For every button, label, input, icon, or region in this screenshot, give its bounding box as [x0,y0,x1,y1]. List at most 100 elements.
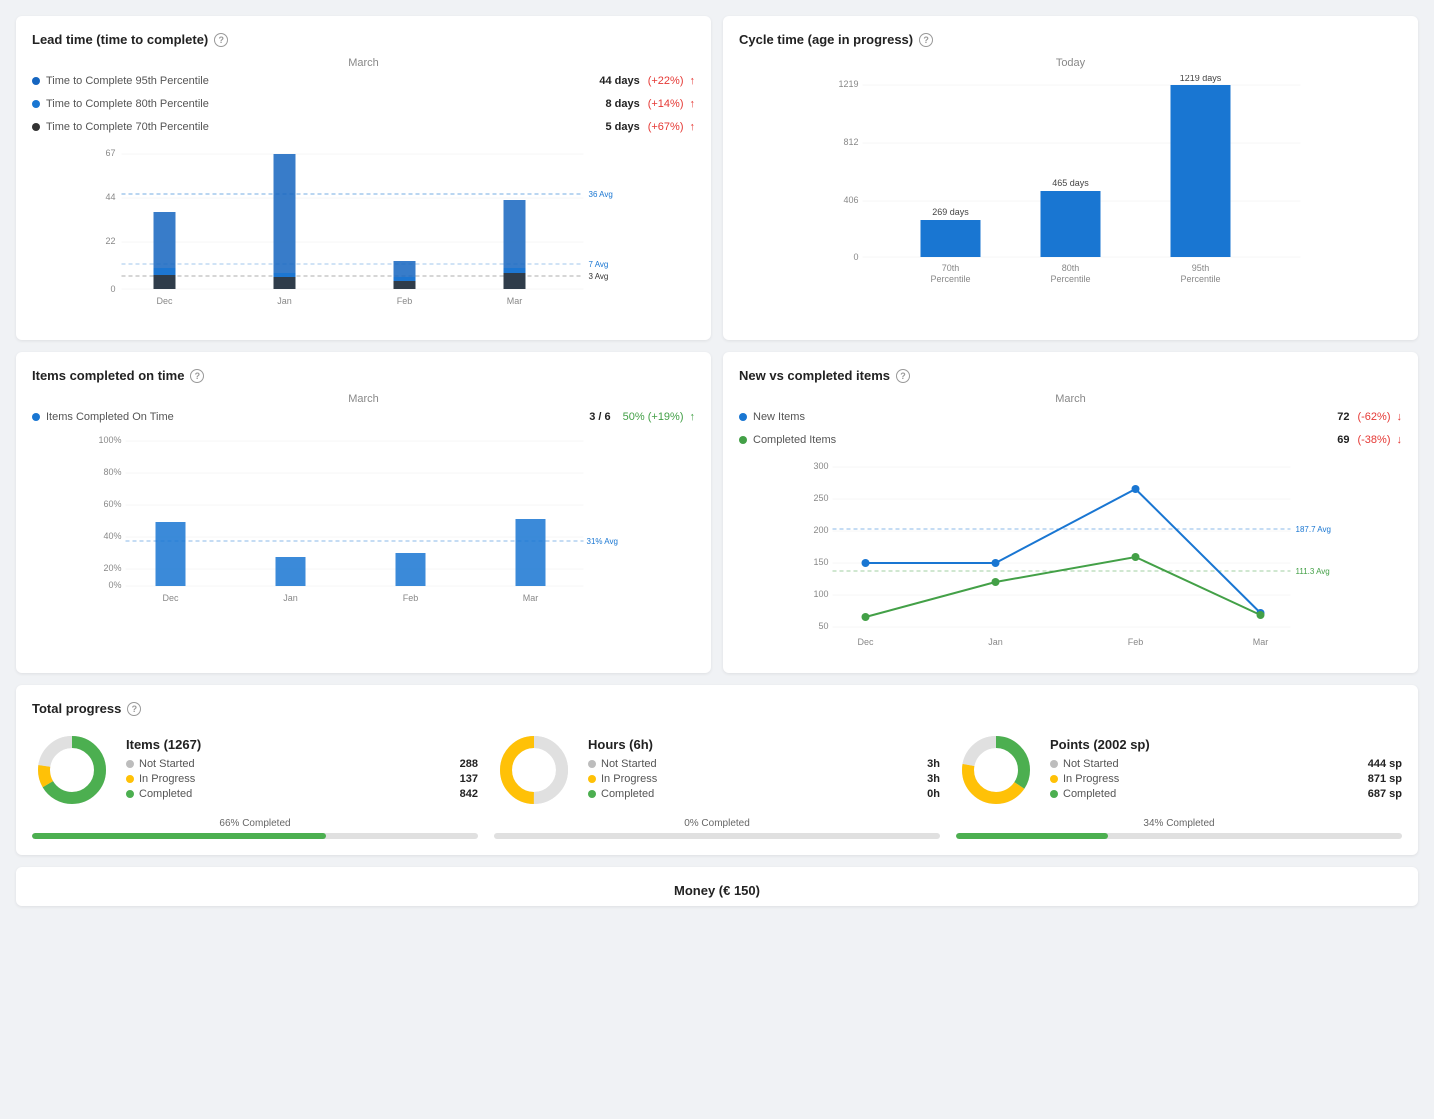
completed-items-value: 69 [1337,434,1349,446]
new-vs-completed-title: New vs completed items ? [739,368,1402,383]
svg-text:Mar: Mar [523,593,539,603]
items-progress-info: Items (1267) Not Started 288 In Progress… [126,737,478,803]
new-vs-completed-title-text: New vs completed items [739,368,890,383]
svg-text:Jan: Jan [988,637,1003,647]
hours-progress-inner: Hours (6h) Not Started 3h In Progress 3h [494,730,940,810]
hours-progress-bar-container: 0% Completed [494,818,940,839]
completed-items-label: Completed Items [753,434,1331,446]
svg-text:7 Avg: 7 Avg [589,260,609,269]
svg-text:Dec: Dec [156,296,173,306]
svg-text:0: 0 [110,284,115,294]
legend-row-p80: Time to Complete 80th Percentile 8 days … [32,98,695,110]
completed-items-trend: ↓ [1397,434,1403,446]
trend-arrow-p95: ↑ [690,75,696,87]
points-in-progress-dot [1050,775,1058,783]
items-on-time-label: Items Completed On Time [46,411,583,423]
legend-value-p70: 5 days [605,121,639,133]
svg-text:1219: 1219 [838,79,858,89]
cycle-time-title: Cycle time (age in progress) ? [739,32,1402,47]
points-progress-inner: Points (2002 sp) Not Started 444 sp In P… [956,730,1402,810]
svg-text:40%: 40% [103,531,121,541]
hours-progress-info: Hours (6h) Not Started 3h In Progress 3h [588,737,940,803]
legend-change-p80: (+14%) [648,98,684,110]
items-not-started-row: Not Started 288 [126,758,478,770]
items-progress-inner: Items (1267) Not Started 288 In Progress… [32,730,478,810]
points-completed-dot [1050,790,1058,798]
svg-text:Percentile: Percentile [1180,274,1220,284]
total-progress-section: Total progress ? [16,685,1418,855]
items-not-started-value: 288 [460,758,478,770]
hours-not-started-dot [588,760,596,768]
items-not-started-dot [126,760,134,768]
total-progress-help-icon[interactable]: ? [127,702,141,716]
lead-time-chart: 67 44 22 0 36 Avg 7 Avg 3 Avg [32,144,695,324]
svg-text:100%: 100% [98,435,121,445]
lead-time-card: Lead time (time to complete) ? March Tim… [16,16,711,340]
lead-time-title-text: Lead time (time to complete) [32,32,208,47]
svg-text:Mar: Mar [1253,637,1269,647]
lead-time-period: March [32,57,695,69]
points-donut-svg [956,730,1036,810]
points-progress-info: Points (2002 sp) Not Started 444 sp In P… [1050,737,1402,803]
lead-time-help-icon[interactable]: ? [214,33,228,47]
points-not-started-value: 444 sp [1368,758,1402,770]
cycle-time-help-icon[interactable]: ? [919,33,933,47]
new-items-value: 72 [1337,411,1349,423]
points-completed-row: Completed 687 sp [1050,788,1402,800]
items-completed-value: 842 [460,788,478,800]
items-progress-bar-track [32,833,478,839]
progress-cards-row: Items (1267) Not Started 288 In Progress… [32,730,1402,839]
svg-text:3 Avg: 3 Avg [589,272,609,281]
new-vs-completed-help-icon[interactable]: ? [896,369,910,383]
new-vs-completed-period: March [739,393,1402,405]
legend-value-p80: 8 days [605,98,639,110]
hours-donut-container [494,730,574,810]
points-completed-value: 687 sp [1368,788,1402,800]
svg-text:20%: 20% [103,563,121,573]
points-in-progress-row: In Progress 871 sp [1050,773,1402,785]
points-progress-bar-track [956,833,1402,839]
cycle-time-period: Today [739,57,1402,69]
svg-text:22: 22 [105,236,115,246]
items-on-time-title: Items completed on time ? [32,368,695,383]
total-progress-title: Total progress ? [32,701,1402,716]
points-not-started-label: Not Started [1063,758,1363,770]
items-not-started-label: Not Started [139,758,455,770]
points-progress-bar-container: 34% Completed [956,818,1402,839]
items-progress-bar-fill [32,833,326,839]
points-not-started-dot [1050,760,1058,768]
svg-text:Dec: Dec [857,637,874,647]
cycle-time-title-text: Cycle time (age in progress) [739,32,913,47]
svg-text:Feb: Feb [397,296,413,306]
legend-label-p70: Time to Complete 70th Percentile [46,121,599,133]
items-in-progress-value: 137 [460,773,478,785]
items-in-progress-row: In Progress 137 [126,773,478,785]
svg-text:36 Avg: 36 Avg [589,190,613,199]
hours-in-progress-label: In Progress [601,773,922,785]
svg-text:250: 250 [813,493,828,503]
hours-not-started-label: Not Started [601,758,922,770]
svg-text:Jan: Jan [283,593,298,603]
legend-change-p95: (+22%) [648,75,684,87]
items-on-time-legend: Items Completed On Time 3 / 6 50% (+19%)… [32,411,695,423]
cycle-time-card: Cycle time (age in progress) ? Today 121… [723,16,1418,340]
svg-text:50: 50 [818,621,828,631]
trend-arrow-p70: ↑ [690,121,696,133]
svg-text:150: 150 [813,557,828,567]
total-progress-title-text: Total progress [32,701,121,716]
legend-label-p80: Time to Complete 80th Percentile [46,98,599,110]
points-completed-label: Completed [1063,788,1363,800]
items-completed-row: Completed 842 [126,788,478,800]
svg-text:95th: 95th [1192,263,1210,273]
items-completed-dot [126,790,134,798]
items-progress-card: Items (1267) Not Started 288 In Progress… [32,730,478,839]
hours-not-started-row: Not Started 3h [588,758,940,770]
svg-text:80th: 80th [1062,263,1080,273]
points-donut-container [956,730,1036,810]
svg-text:406: 406 [843,195,858,205]
items-on-time-help-icon[interactable]: ? [190,369,204,383]
hours-percent-label: 0% Completed [494,818,940,829]
new-items-legend: New Items 72 (-62%) ↓ [739,411,1402,423]
points-not-started-row: Not Started 444 sp [1050,758,1402,770]
svg-text:0%: 0% [108,580,121,590]
